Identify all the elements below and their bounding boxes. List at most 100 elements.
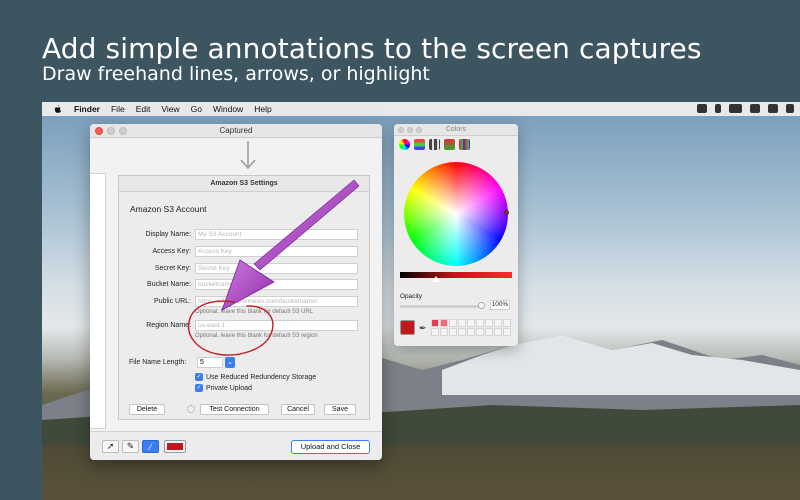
swatch[interactable] xyxy=(485,328,493,336)
swatch[interactable] xyxy=(431,319,439,327)
close-button[interactable] xyxy=(398,127,404,133)
captured-titlebar: Captured xyxy=(90,124,382,138)
menu-list-icon[interactable] xyxy=(786,104,794,113)
swatch[interactable] xyxy=(476,319,484,327)
menu-go[interactable]: Go xyxy=(191,104,202,114)
public-url-field[interactable]: https://s3.amazonnews.com/bucketname/ xyxy=(195,296,358,307)
tool-group: ➚ ✎ ⁄ xyxy=(102,440,186,453)
swatch[interactable] xyxy=(431,328,439,336)
color-wheel-tab-icon[interactable] xyxy=(399,139,410,150)
swatch[interactable] xyxy=(494,328,502,336)
access-key-label: Access Key: xyxy=(152,248,191,255)
swatch[interactable] xyxy=(458,328,466,336)
pencils-tab-icon[interactable] xyxy=(459,139,470,150)
wifi-icon[interactable] xyxy=(768,104,778,113)
minimize-button[interactable] xyxy=(107,127,115,135)
opacity-value-field[interactable]: 100% xyxy=(490,300,510,310)
subhead: Draw freehand lines, arrows, or highligh… xyxy=(42,63,430,85)
bluetooth-icon[interactable] xyxy=(715,104,721,113)
cancel-button[interactable]: Cancel xyxy=(281,404,315,415)
file-name-length-field[interactable]: 5 xyxy=(197,357,223,368)
secret-key-field[interactable]: Secret Key xyxy=(195,263,358,274)
close-button[interactable] xyxy=(95,127,103,135)
reduced-redundancy-option[interactable]: ✓ Use Reduced Redundency Storage xyxy=(195,373,316,381)
window-title: Captured xyxy=(219,126,253,135)
reduced-redundancy-label: Use Reduced Redundency Storage xyxy=(206,373,317,381)
color-palettes-tab-icon[interactable] xyxy=(429,139,440,150)
upload-and-close-button[interactable]: Upload and Close xyxy=(291,440,370,454)
access-key-field[interactable]: Access Key xyxy=(195,246,358,257)
swatch[interactable] xyxy=(503,319,511,327)
sheet-title: Amazon S3 Settings xyxy=(119,176,369,192)
region-name-field[interactable]: us-east-1 xyxy=(195,320,358,331)
minimize-button[interactable] xyxy=(407,127,413,133)
menu-window[interactable]: Window xyxy=(213,104,243,114)
swatch[interactable] xyxy=(449,319,457,327)
bucket-name-field[interactable]: bucketname xyxy=(195,279,358,290)
display-name-label: Display Name: xyxy=(145,231,191,238)
opacity-thumb[interactable] xyxy=(478,302,485,309)
window-controls xyxy=(398,127,422,133)
swatch[interactable] xyxy=(440,319,448,327)
battery-icon[interactable] xyxy=(729,104,742,113)
colors-panel: Colors Opacity 100% ✒ xyxy=(394,124,518,346)
bucket-name-label: Bucket Name: xyxy=(147,281,191,288)
background-panel xyxy=(90,173,106,429)
timemachine-icon[interactable] xyxy=(750,104,760,113)
swatch[interactable] xyxy=(476,328,484,336)
color-sliders-tab-icon[interactable] xyxy=(414,139,425,150)
region-hint: Optional, leave this blank for default S… xyxy=(195,333,318,339)
swatch[interactable] xyxy=(467,319,475,327)
private-upload-option[interactable]: ✓ Private Upload xyxy=(195,384,252,392)
swatch[interactable] xyxy=(467,328,475,336)
eyedropper-icon[interactable]: ✒ xyxy=(419,323,427,334)
test-connection-button[interactable]: Test Connection xyxy=(200,404,269,415)
image-palettes-tab-icon[interactable] xyxy=(444,139,455,150)
stroke-color-button[interactable] xyxy=(164,440,186,453)
delete-button[interactable]: Delete xyxy=(129,404,165,415)
swatch[interactable] xyxy=(494,319,502,327)
line-tool-icon[interactable]: ⁄ xyxy=(142,440,159,453)
opacity-slider[interactable] xyxy=(400,305,482,308)
public-url-label: Public URL: xyxy=(154,298,191,305)
zoom-button[interactable] xyxy=(119,127,127,135)
region-name-label: Region Name: xyxy=(146,322,191,329)
drop-arrow-icon xyxy=(240,141,256,170)
capture-canvas[interactable]: Amazon S3 Settings Amazon S3 Account Dis… xyxy=(90,139,382,431)
checkbox-icon[interactable]: ✓ xyxy=(195,373,203,381)
spinner-icon xyxy=(187,405,195,413)
checkbox-icon[interactable]: ✓ xyxy=(195,384,203,392)
color-wheel[interactable] xyxy=(404,162,508,266)
swatch[interactable] xyxy=(503,328,511,336)
menu-finder[interactable]: Finder xyxy=(74,104,100,114)
color-wheel-marker[interactable] xyxy=(504,210,509,215)
swatch[interactable] xyxy=(449,328,457,336)
menu-help[interactable]: Help xyxy=(254,104,271,114)
apple-icon[interactable] xyxy=(54,104,62,114)
headline: Add simple annotations to the screen cap… xyxy=(42,32,702,65)
zoom-button[interactable] xyxy=(416,127,422,133)
private-upload-label: Private Upload xyxy=(206,384,252,392)
display-name-field[interactable]: My S3 Account xyxy=(195,229,358,240)
section-title: Amazon S3 Account xyxy=(130,204,207,214)
menu-view[interactable]: View xyxy=(161,104,179,114)
menu-file[interactable]: File xyxy=(111,104,125,114)
menu-edit[interactable]: Edit xyxy=(136,104,151,114)
colors-titlebar: Colors xyxy=(394,124,518,136)
app-tray-icon[interactable] xyxy=(697,104,707,113)
s3-settings-sheet: Amazon S3 Settings Amazon S3 Account Dis… xyxy=(118,175,370,420)
file-name-length-stepper[interactable]: ⌄ xyxy=(225,357,235,368)
swatch[interactable] xyxy=(440,328,448,336)
swatch-grid xyxy=(431,319,511,336)
swatch[interactable] xyxy=(458,319,466,327)
opacity-label: Opacity xyxy=(400,293,423,300)
color-swatch xyxy=(167,443,183,450)
save-button[interactable]: Save xyxy=(324,404,356,415)
arrow-tool-icon[interactable]: ➚ xyxy=(102,440,119,453)
current-color-well[interactable] xyxy=(400,320,415,335)
brightness-slider[interactable] xyxy=(400,272,512,278)
brightness-thumb[interactable] xyxy=(432,276,440,282)
swatch[interactable] xyxy=(485,319,493,327)
pencil-tool-icon[interactable]: ✎ xyxy=(122,440,139,453)
secret-key-label: Secret Key: xyxy=(154,265,191,272)
